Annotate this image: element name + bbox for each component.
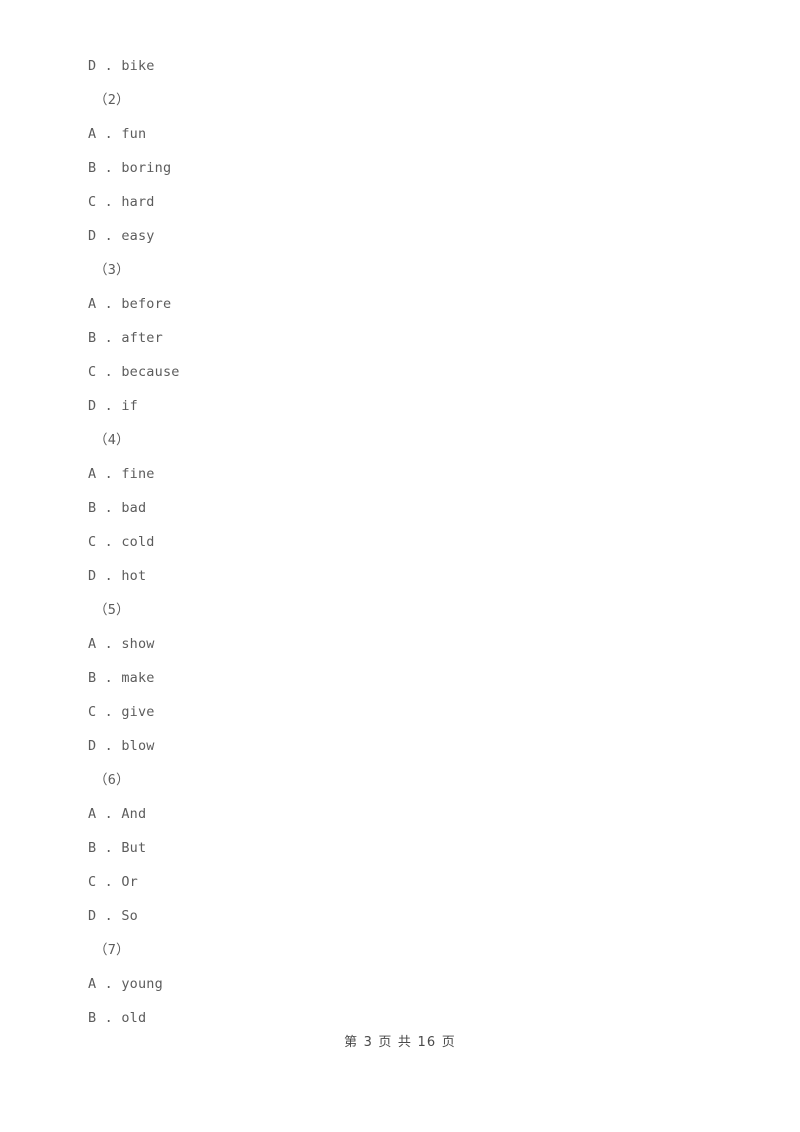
option-separator: . bbox=[96, 636, 122, 652]
answer-option: D . blow bbox=[88, 729, 708, 763]
option-separator: . bbox=[96, 1010, 122, 1026]
option-separator: . bbox=[96, 330, 122, 346]
option-separator: . bbox=[96, 840, 122, 856]
option-separator: . bbox=[96, 670, 122, 686]
option-separator: . bbox=[96, 398, 122, 414]
answer-option: A . fine bbox=[88, 457, 708, 491]
option-text: hard bbox=[121, 194, 155, 210]
option-separator: . bbox=[96, 534, 122, 550]
option-separator: . bbox=[96, 738, 122, 754]
answer-option: C . hard bbox=[88, 185, 708, 219]
question-number: （5） bbox=[94, 602, 130, 618]
question-number: （4） bbox=[94, 432, 130, 448]
answer-option: C . because bbox=[88, 355, 708, 389]
answer-option: D . hot bbox=[88, 559, 708, 593]
option-text: fine bbox=[121, 466, 155, 482]
option-separator: . bbox=[96, 976, 122, 992]
answer-option: D . bike bbox=[88, 49, 708, 83]
option-text: make bbox=[121, 670, 155, 686]
question-number: （7） bbox=[94, 942, 130, 958]
answer-option: D . So bbox=[88, 899, 708, 933]
question-number: （6） bbox=[94, 772, 130, 788]
option-separator: . bbox=[96, 194, 122, 210]
option-text: So bbox=[121, 908, 138, 924]
answer-option: D . if bbox=[88, 389, 708, 423]
option-separator: . bbox=[96, 500, 122, 516]
option-text: if bbox=[121, 398, 138, 414]
option-text: because bbox=[121, 364, 180, 380]
option-text: fun bbox=[121, 126, 147, 142]
option-separator: . bbox=[96, 58, 122, 74]
page-footer: 第 3 页 共 16 页 bbox=[344, 1035, 456, 1050]
option-separator: . bbox=[96, 364, 122, 380]
option-text: show bbox=[121, 636, 155, 652]
answer-option: A . young bbox=[88, 967, 708, 1001]
answer-option: C . give bbox=[88, 695, 708, 729]
question-options-list: D . bike （2） A . fun B . boring C . hard D . … bbox=[88, 49, 708, 1035]
answer-option: C . cold bbox=[88, 525, 708, 559]
answer-option: B . make bbox=[88, 661, 708, 695]
answer-option: B . boring bbox=[88, 151, 708, 185]
option-separator: . bbox=[96, 126, 122, 142]
option-text: cold bbox=[121, 534, 155, 550]
answer-option: A . before bbox=[88, 287, 708, 321]
option-separator: . bbox=[96, 874, 122, 890]
option-text: But bbox=[121, 840, 147, 856]
option-text: bad bbox=[121, 500, 147, 516]
option-text: bike bbox=[121, 58, 155, 74]
option-separator: . bbox=[96, 160, 122, 176]
option-separator: . bbox=[96, 568, 122, 584]
option-separator: . bbox=[96, 806, 122, 822]
option-separator: . bbox=[96, 704, 122, 720]
answer-option: B . But bbox=[88, 831, 708, 865]
option-text: before bbox=[121, 296, 172, 312]
option-separator: . bbox=[96, 908, 122, 924]
answer-option: A . fun bbox=[88, 117, 708, 151]
option-text: And bbox=[121, 806, 147, 822]
option-text: after bbox=[121, 330, 163, 346]
option-text: blow bbox=[121, 738, 155, 754]
answer-option: A . And bbox=[88, 797, 708, 831]
option-separator: . bbox=[96, 228, 122, 244]
answer-option: A . show bbox=[88, 627, 708, 661]
answer-option: B . after bbox=[88, 321, 708, 355]
option-separator: . bbox=[96, 296, 122, 312]
option-text: young bbox=[121, 976, 163, 992]
option-text: boring bbox=[121, 160, 172, 176]
option-text: Or bbox=[121, 874, 138, 890]
question-number: （3） bbox=[94, 262, 130, 278]
option-text: give bbox=[121, 704, 155, 720]
document-page: D . bike （2） A . fun B . boring C . hard D . … bbox=[0, 0, 800, 1132]
question-number: （2） bbox=[94, 92, 130, 108]
option-text: hot bbox=[121, 568, 147, 584]
option-text: easy bbox=[121, 228, 155, 244]
answer-option: C . Or bbox=[88, 865, 708, 899]
option-separator: . bbox=[96, 466, 122, 482]
answer-option: B . bad bbox=[88, 491, 708, 525]
answer-option: D . easy bbox=[88, 219, 708, 253]
option-text: old bbox=[121, 1010, 147, 1026]
answer-option: B . old bbox=[88, 1001, 708, 1035]
